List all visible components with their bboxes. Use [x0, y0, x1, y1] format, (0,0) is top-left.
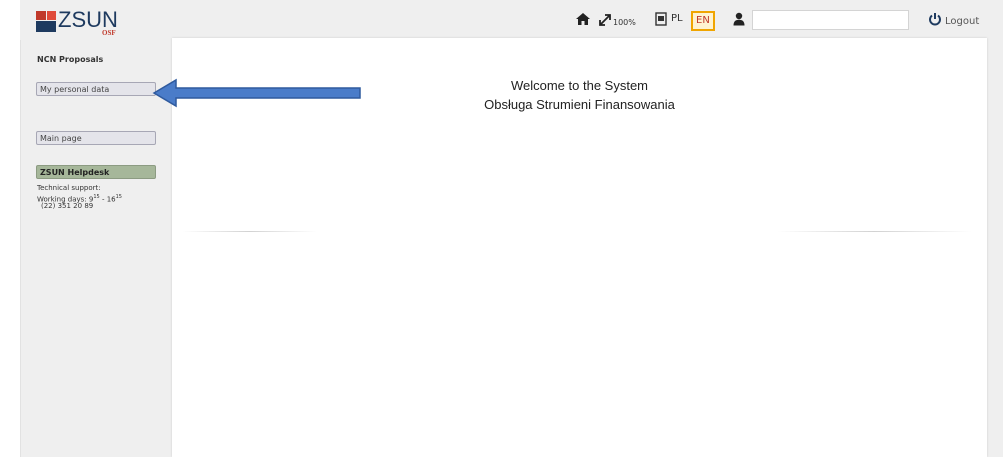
zoom-control[interactable]: 100% — [598, 13, 636, 27]
lang-en-button[interactable]: EN — [691, 11, 715, 31]
helpdesk-support-label: Technical support: — [37, 184, 101, 192]
sidebar-item-main-page[interactable]: Main page — [36, 131, 156, 145]
expand-icon — [598, 13, 612, 27]
home-icon[interactable] — [575, 12, 591, 26]
logo-mark-red — [36, 11, 46, 20]
logout-label: Logout — [945, 15, 980, 27]
sidebar-section-title: NCN Proposals — [37, 55, 104, 64]
logo[interactable]: ZSUN OSF — [36, 8, 146, 38]
logo-subtext: OSF — [102, 29, 116, 37]
helpdesk-phone: (22) 351 20 89 — [41, 202, 94, 210]
logo-mark-navy — [36, 21, 56, 32]
user-icon[interactable] — [733, 12, 745, 26]
helpdesk-sep: - 16 — [99, 195, 116, 204]
zoom-label: 100% — [613, 18, 636, 27]
pointer-arrow — [152, 78, 364, 112]
logout-button[interactable]: Logout — [928, 12, 979, 31]
power-icon — [928, 12, 942, 31]
search-input[interactable] — [752, 10, 909, 30]
logo-mark-red-light — [47, 11, 56, 20]
lang-pl-button[interactable]: PL — [668, 11, 686, 27]
helpdesk-header: ZSUN Helpdesk — [36, 165, 156, 179]
helpdesk-end-sup: 15 — [115, 194, 122, 200]
sidebar-item-personal-data[interactable]: My personal data — [36, 82, 156, 96]
divider-left — [182, 231, 317, 232]
flag-icon — [655, 12, 667, 26]
divider-right — [777, 231, 972, 232]
